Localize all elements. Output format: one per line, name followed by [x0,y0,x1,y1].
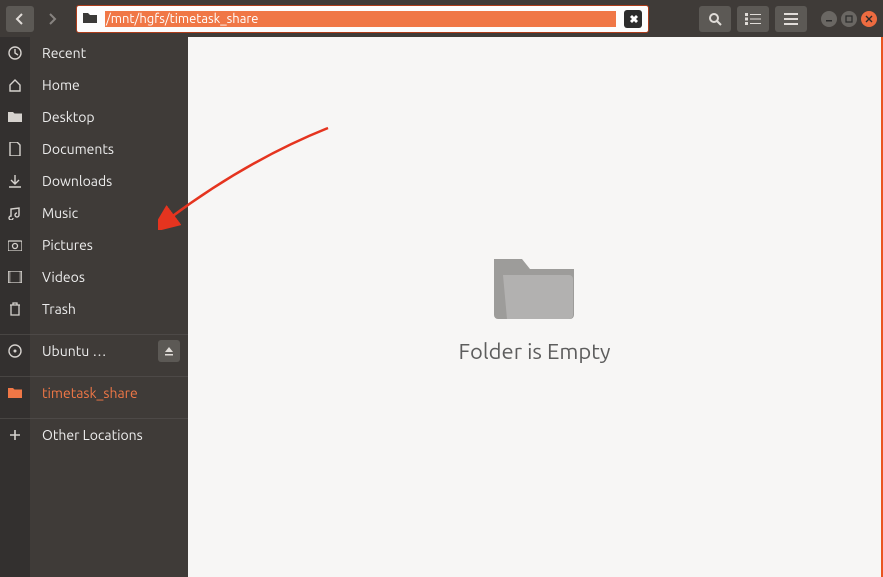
sidebar-item-ubuntu-disc[interactable]: Ubuntu … [30,335,188,367]
trash-icon [9,302,21,316]
folder-icon [83,10,97,28]
back-button[interactable] [6,6,34,32]
main-area: Recent Home Desktop Documents Downloads … [0,37,883,577]
disc-icon-slot[interactable] [0,335,30,367]
sidebar-item-label: Documents [42,141,114,157]
videos-icon-slot[interactable] [0,261,30,293]
sidebar-item-label: Pictures [42,237,93,253]
empty-folder-icon [489,251,579,323]
folder-icon [8,111,22,123]
toolbar-buttons [699,6,807,32]
sidebar-item-label: Ubuntu … [42,343,106,359]
sidebar-item-trash[interactable]: Trash [30,293,188,325]
plus-icon [9,429,21,441]
desktop-icon-slot[interactable] [0,101,30,133]
other-locations-icon-slot[interactable] [0,419,30,451]
sidebar-item-timetask-share[interactable]: timetask_share [30,377,188,409]
window-controls [821,11,877,27]
list-view-icon [745,13,761,25]
chevron-left-icon [14,13,26,25]
empty-message: Folder is Empty [459,339,611,364]
sidebar-item-other-locations[interactable]: Other Locations [30,419,188,451]
sidebar-item-label: Music [42,205,78,221]
minimize-button[interactable] [821,11,837,27]
content-pane: Folder is Empty [188,37,883,577]
maximize-button[interactable] [841,11,857,27]
sidebar-item-downloads[interactable]: Downloads [30,165,188,197]
sidebar-item-label: Videos [42,269,85,285]
pictures-icon-slot[interactable] [0,229,30,261]
camera-icon [8,239,22,251]
search-icon [708,12,722,26]
sidebar-item-label: Other Locations [42,427,143,443]
music-icon [8,206,22,220]
eject-icon [164,346,174,356]
close-button[interactable] [861,11,877,27]
sidebar-item-pictures[interactable]: Pictures [30,229,188,261]
hamburger-menu-button[interactable] [775,6,807,32]
search-button[interactable] [699,6,731,32]
backspace-x-icon [628,14,638,24]
empty-state: Folder is Empty [459,251,611,364]
documents-icon-slot[interactable] [0,133,30,165]
minimize-icon [825,15,833,23]
sidebar-icon-rail [0,37,30,577]
mount-icon-slot[interactable] [0,377,30,409]
eject-button[interactable] [158,340,180,362]
toolbar: /mnt/hgfs/timetask_share [0,0,883,37]
sidebar-item-desktop[interactable]: Desktop [30,101,188,133]
sidebar-item-music[interactable]: Music [30,197,188,229]
annotation-arrow [158,120,358,230]
downloads-icon-slot[interactable] [0,165,30,197]
hamburger-icon [784,13,798,25]
clear-location-button[interactable] [624,10,642,28]
home-icon-slot[interactable] [0,69,30,101]
sidebar-item-label: timetask_share [42,385,138,401]
disc-icon [8,344,22,358]
sidebar-item-documents[interactable]: Documents [30,133,188,165]
sidebar: Recent Home Desktop Documents Downloads … [30,37,188,577]
close-icon [865,15,873,23]
sidebar-item-label: Desktop [42,109,95,125]
maximize-icon [845,15,853,23]
home-icon [8,78,22,92]
forward-button [38,6,66,32]
view-toggle-button[interactable] [737,6,769,32]
document-icon [9,142,21,156]
location-text[interactable]: /mnt/hgfs/timetask_share [105,11,616,27]
sidebar-item-recent[interactable]: Recent [30,37,188,69]
clock-icon [8,46,22,60]
sidebar-item-home[interactable]: Home [30,69,188,101]
sidebar-item-videos[interactable]: Videos [30,261,188,293]
sidebar-item-label: Recent [42,45,86,61]
film-icon [8,271,22,283]
recent-icon[interactable] [0,37,30,69]
sidebar-item-label: Trash [42,301,76,317]
music-icon-slot[interactable] [0,197,30,229]
folder-icon [8,387,22,399]
location-bar[interactable]: /mnt/hgfs/timetask_share [76,5,649,33]
sidebar-item-label: Home [42,77,80,93]
chevron-right-icon [46,13,58,25]
sidebar-item-label: Downloads [42,173,112,189]
trash-icon-slot[interactable] [0,293,30,325]
download-icon [8,174,22,188]
